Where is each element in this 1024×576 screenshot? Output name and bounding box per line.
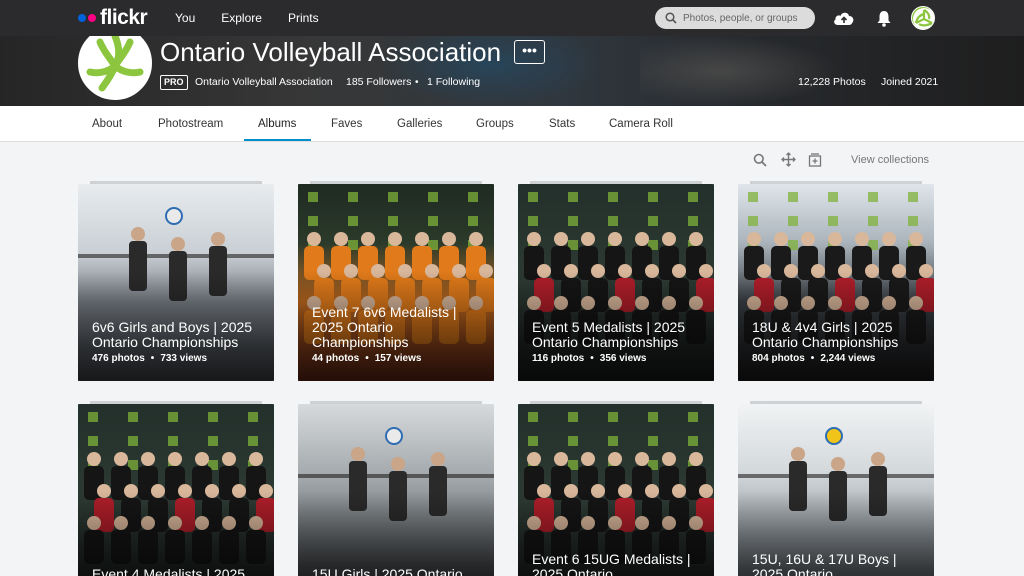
tab-groups[interactable]: Groups [476,117,514,131]
album-card[interactable]: Event 5 Medalists | 2025 Ontario Champio… [518,184,714,381]
add-album-icon[interactable] [808,152,822,167]
logo-pink-dot [88,14,96,22]
album-card[interactable]: Event 4 Medalists | 2025 Ontario Champio… [78,404,274,576]
volleyball-logo-icon [913,8,934,29]
album-title: Event 7 6v6 Medalists | 2025 Ontario Cha… [312,304,457,350]
album-card[interactable]: Event 6 15UG Medalists | 2025 Ontario Ch… [518,404,714,576]
album-stats: 804 photos • 2,244 views [752,353,875,365]
album-stats: 116 photos • 356 views [532,353,646,365]
banner-shade [0,36,1024,106]
flickr-logo[interactable]: flickr [78,6,148,29]
separator-dot: • [415,77,419,88]
profile-tabs: About Photostream Albums Faves Galleries… [0,106,1024,142]
logo-blue-dot [78,14,86,22]
more-options-button[interactable]: ••• [514,40,545,64]
album-card[interactable]: 15U, 16U & 17U Boys | 2025 Ontario Champ… [738,404,934,576]
album-title: 15U, 16U & 17U Boys | 2025 Ontario Champ… [752,551,897,576]
tab-photostream[interactable]: Photostream [158,117,223,131]
album-title: 15U Girls | 2025 Ontario Championships [312,566,463,576]
album-photo-count: 804 photos [752,353,805,364]
tab-about[interactable]: About [92,117,122,131]
album-view-count: 356 views [599,353,647,364]
album-photo-count: 116 photos [532,353,585,364]
album-cover-overlay [78,491,274,576]
tab-camera-roll[interactable]: Camera Roll [609,117,673,131]
logo-text: flickr [100,6,148,29]
album-card[interactable]: 15U Girls | 2025 Ontario Championships [298,404,494,576]
view-collections-link[interactable]: View collections [851,153,929,167]
pro-badge: PRO [160,75,188,90]
bell-icon[interactable] [876,10,892,27]
separator-dot: • [810,353,815,364]
arrange-icon[interactable] [781,152,796,167]
separator-dot: • [150,353,155,364]
album-card[interactable]: 6v6 Girls and Boys | 2025 Ontario Champi… [78,184,274,381]
upload-cloud-icon[interactable] [832,9,856,27]
album-view-count: 733 views [160,353,208,364]
album-title: Event 5 Medalists | 2025 Ontario Champio… [532,319,686,350]
album-stats: 476 photos • 733 views [92,353,207,365]
photos-count: 12,228 Photos [798,76,866,88]
search-input[interactable] [683,12,803,24]
joined-date: Joined 2021 [881,76,939,88]
top-navigation-bar: flickr You Explore Prints [0,0,1024,36]
album-title: 18U & 4v4 Girls | 2025 Ontario Champions… [752,319,899,350]
nav-link-you[interactable]: You [175,10,195,26]
following-count[interactable]: 1 Following [427,76,480,89]
album-title: 6v6 Girls and Boys | 2025 Ontario Champi… [92,319,253,350]
tab-faves[interactable]: Faves [331,117,362,131]
album-title: Event 4 Medalists | 2025 Ontario Champio… [92,566,246,576]
followers-count[interactable]: 185 Followers [346,76,411,89]
album-photo-count: 44 photos [312,353,360,364]
album-card[interactable]: Event 7 6v6 Medalists | 2025 Ontario Cha… [298,184,494,381]
profile-header-banner: Ontario Volleyball Association ••• PRO O… [0,36,1024,106]
separator-dot: • [590,353,594,364]
separator-dot: • [365,353,369,364]
album-cover-overlay [298,491,494,576]
tab-stats[interactable]: Stats [549,117,575,131]
volleyball-logo-icon [82,36,148,96]
album-card[interactable]: 18U & 4v4 Girls | 2025 Ontario Champions… [738,184,934,381]
active-tab-indicator [244,139,311,141]
nav-link-explore[interactable]: Explore [221,10,262,26]
album-view-count: 157 views [374,353,422,364]
album-view-count: 2,244 views [820,353,876,364]
search-box[interactable] [655,7,815,29]
profile-name: Ontario Volleyball Association [195,76,333,88]
album-stats: 44 photos • 157 views [312,353,421,365]
tab-albums[interactable]: Albums [258,117,296,131]
search-icon[interactable] [753,153,767,167]
page-title: Ontario Volleyball Association [160,37,502,67]
search-icon [665,12,677,24]
user-avatar[interactable] [911,6,935,30]
nav-link-prints[interactable]: Prints [288,10,319,26]
album-photo-count: 476 photos [92,353,145,364]
tab-galleries[interactable]: Galleries [397,117,442,131]
album-title: Event 6 15UG Medalists | 2025 Ontario Ch… [532,551,691,576]
main-nav-links: You Explore Prints [175,10,319,26]
